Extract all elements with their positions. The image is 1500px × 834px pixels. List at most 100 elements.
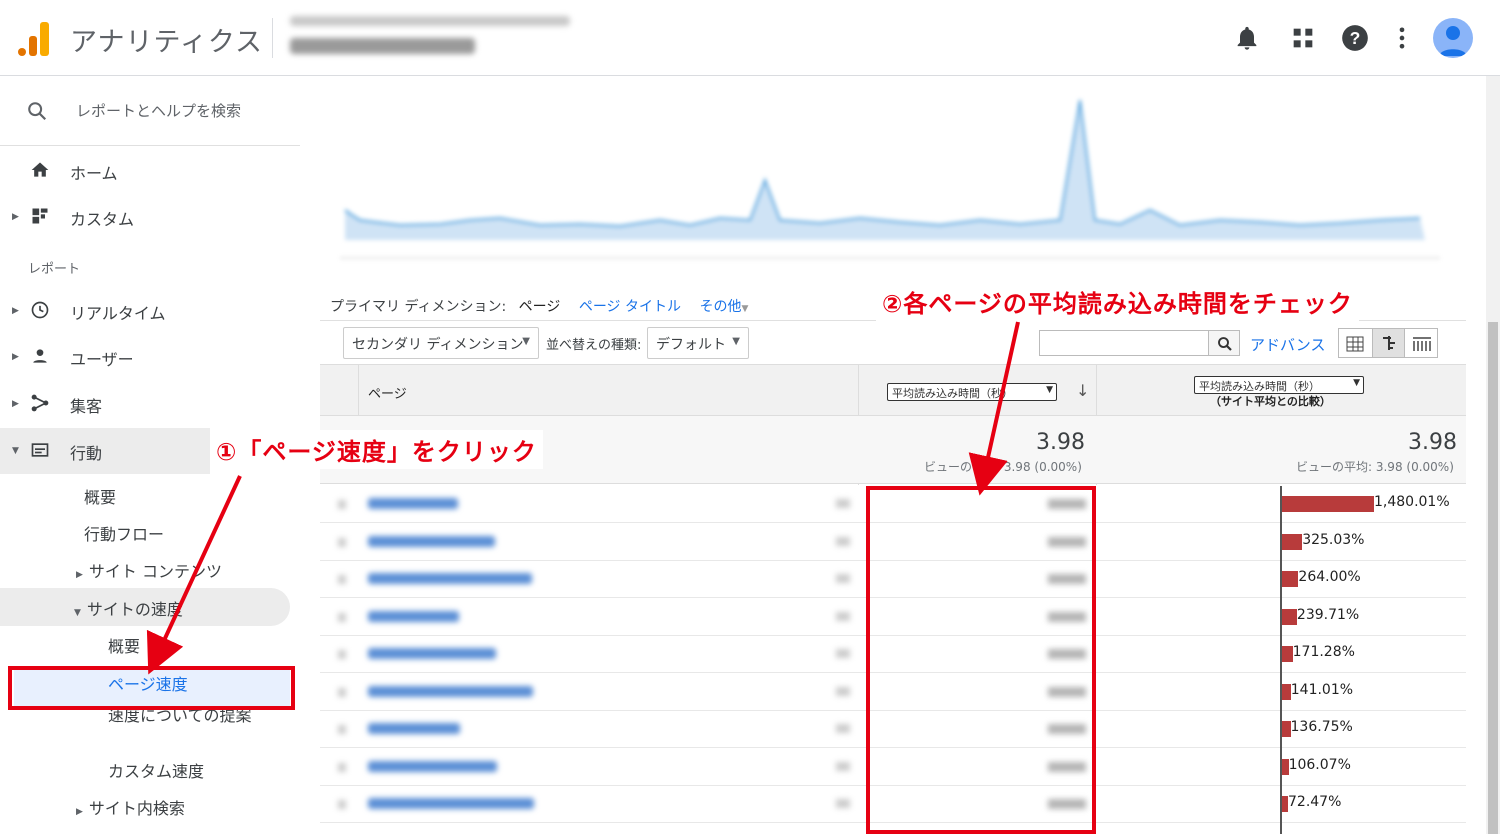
row-page-link[interactable] [368,798,534,809]
sidebar-search[interactable]: レポートとヘルプを検索 [0,76,300,146]
advanced-link[interactable]: アドバンス [1250,334,1325,355]
caret-down-icon: ▼ [1046,385,1053,395]
apps-grid-icon[interactable] [1289,24,1317,52]
table-search-button[interactable] [1208,330,1240,356]
term-cloud-view-icon[interactable] [1411,334,1433,354]
account-selector[interactable] [290,12,580,62]
total-compare-value: 3.98 [1408,430,1457,455]
compare-metric-select[interactable]: 平均読み込み時間（秒） ▼ [1194,376,1364,394]
compare-metric-sub: （サイト平均との比較） [1210,395,1331,408]
row-page-icon [836,761,850,771]
nav-home-label: ホーム [70,164,118,183]
nav-site-content[interactable]: ▶ サイト コンテンツ [76,558,222,582]
col-header-page[interactable]: ページ [368,383,407,402]
search-icon [1218,337,1232,351]
compare-percent: 1,480.01% [1374,494,1450,510]
total-avg-load-time: 3.98 [1036,430,1085,455]
nav-custom[interactable]: ▶ カスタム [0,196,320,238]
row-index [338,800,346,809]
caret-right-icon: ▶ [12,306,19,316]
row-page-link[interactable] [368,723,460,734]
nav-acquisition[interactable]: ▶ 集客 [0,383,320,425]
reports-section-label: レポート [28,262,81,277]
metric-select-label: 平均読み込み時間（秒） [892,387,1013,400]
row-page-link[interactable] [368,535,495,547]
home-icon [31,162,49,177]
secondary-dimension-label: セカンダリ ディメンション [352,337,524,353]
sort-type-select[interactable]: デフォルト ▼ [647,327,749,359]
nav-site-search[interactable]: ▶ サイト内検索 [76,795,185,819]
row-page-icon [836,724,850,733]
row-page-link[interactable] [368,760,497,772]
compare-percent: 141.01% [1290,681,1354,698]
row-page-link[interactable] [368,610,459,622]
divider [272,18,273,58]
caret-down-icon: ▼ [74,608,81,618]
row-page-icon [836,649,850,658]
caret-right-icon: ▶ [76,570,83,580]
nav-custom-label: カスタム [70,210,135,229]
more-vert-icon[interactable] [1388,24,1416,52]
nav-site-speed[interactable]: ▼ サイトの速度 [74,596,183,620]
row-page-link[interactable] [368,573,532,584]
compare-metric-label: 平均読み込み時間（秒） [1199,380,1320,393]
row-index [338,762,346,772]
compare-bar [1282,496,1374,512]
nav-custom-speed[interactable]: カスタム速度 [108,758,204,782]
table-view-icon[interactable] [1345,334,1365,354]
row-index [338,575,346,584]
row-page-link[interactable] [368,685,533,697]
nav-acquisition-label: 集客 [70,397,103,416]
row-index [338,537,346,547]
person-icon [33,349,47,363]
sort-type-label: 並べ替えの種類: [546,338,642,353]
dimension-other[interactable]: その他 [699,299,741,315]
annotation-step1: ①「ページ速度」をクリック [210,430,543,469]
person-icon [1439,26,1467,56]
row-index [338,612,346,622]
dimension-page-title[interactable]: ページ タイトル [579,299,681,315]
compare-bar [1282,721,1291,737]
caret-right-icon: ▶ [12,352,19,362]
row-page-icon [836,499,850,508]
primary-dimension-label: プライマリ ディメンション: [330,299,507,315]
compare-percent: 136.75% [1290,719,1353,735]
help-icon[interactable]: ? [1341,24,1369,52]
compare-bar [1282,533,1303,550]
row-page-icon [836,611,850,621]
caret-right-icon: ▶ [12,212,19,222]
compare-bar [1282,608,1297,625]
nav-home[interactable]: ホーム [0,150,320,192]
primary-dimension-row: プライマリ ディメンション: ページ ページ タイトル その他▼ [330,296,748,316]
total-compare-view-average: ビューの平均: 3.98 (0.00%) [1296,460,1454,474]
nav-behavior-overview[interactable]: 概要 [84,484,116,508]
nav-behavior-flow[interactable]: 行動フロー [84,521,164,545]
row-page-link[interactable] [368,648,496,659]
row-page-icon [836,536,850,546]
nav-speed-overview[interactable]: 概要 [108,633,140,657]
row-index [338,725,346,734]
bell-icon[interactable] [1233,24,1261,52]
caret-down-icon: ▼ [12,446,19,456]
row-page-icon [836,686,850,696]
nav-realtime[interactable]: ▶ リアルタイム [0,290,320,332]
annotation-box-page-speed [8,666,295,710]
metric-select[interactable]: 平均読み込み時間（秒） ▼ [887,383,1057,401]
row-page-icon [836,799,850,808]
search-placeholder: レポートとヘルプを検索 [76,102,242,120]
dimension-page[interactable]: ページ [519,299,561,315]
secondary-dimension-select[interactable]: セカンダリ ディメンション ▼ [343,327,539,359]
sort-default-label: デフォルト [656,337,726,353]
nav-users[interactable]: ▶ ユーザー [0,336,320,378]
nav-behavior-label: 行動 [70,444,103,463]
scrollbar-thumb[interactable] [1488,322,1498,834]
caret-down-icon: ▼ [741,304,749,314]
row-page-link[interactable] [368,498,458,509]
comparison-view-icon [1383,336,1395,350]
table-search-input[interactable] [1039,330,1209,356]
comparison-view-toggle[interactable] [1372,329,1405,357]
account-avatar[interactable] [1433,18,1473,58]
sort-desc-icon[interactable]: ↓ [1076,381,1089,400]
baseline-axis [1280,486,1282,834]
compare-percent: 239.71% [1296,606,1360,623]
